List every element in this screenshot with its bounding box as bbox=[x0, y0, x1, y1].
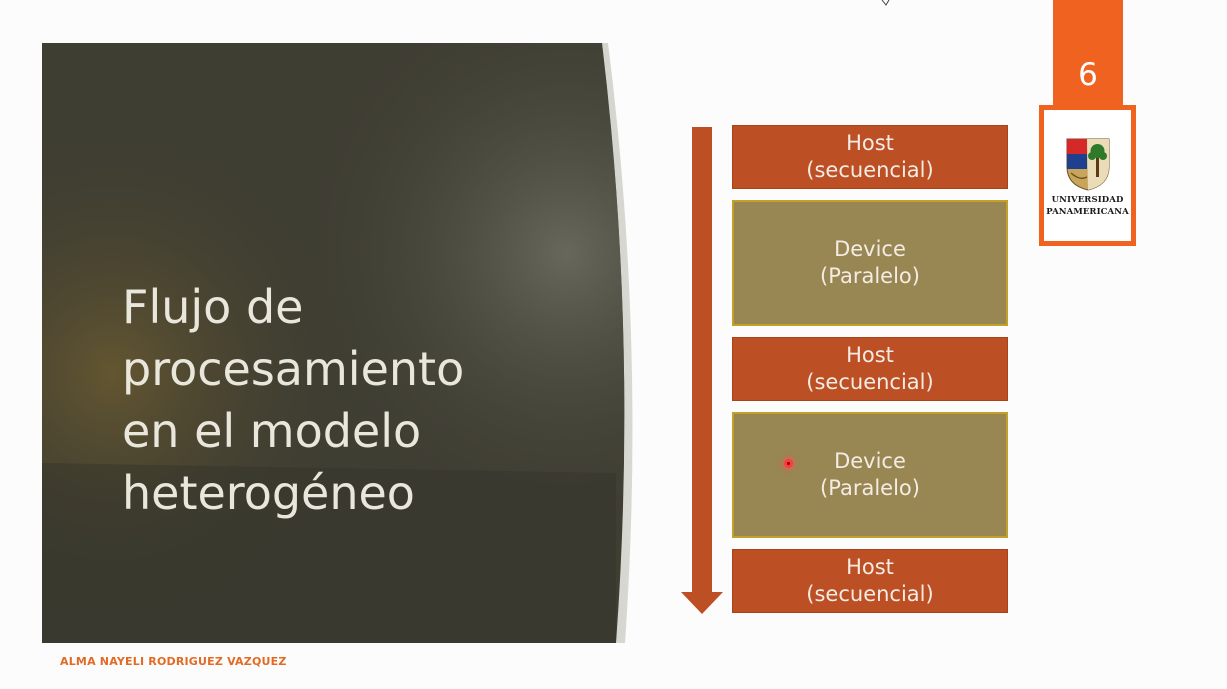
host-label: Host bbox=[846, 343, 894, 367]
host-block: Host (secuencial) bbox=[732, 337, 1008, 401]
device-block: Device (Paralelo) bbox=[732, 200, 1008, 326]
host-block: Host (secuencial) bbox=[732, 549, 1008, 613]
host-mode-label: (secuencial) bbox=[806, 582, 934, 606]
university-crest-icon bbox=[1066, 138, 1109, 191]
page-number: 6 bbox=[1053, 0, 1123, 105]
slide-title-line: en el modelo bbox=[122, 404, 422, 458]
device-mode-label: (Paralelo) bbox=[820, 264, 920, 288]
flow-arrow-down-icon bbox=[681, 127, 723, 614]
host-label: Host bbox=[846, 131, 894, 155]
slide-title-line: heterogéneo bbox=[122, 466, 415, 520]
university-name-line: UNIVERSIDAD bbox=[1051, 195, 1124, 205]
university-name-line: PANAMERICANA bbox=[1046, 207, 1129, 217]
host-mode-label: (secuencial) bbox=[806, 370, 934, 394]
author-name: ALMA NAYELI RODRIGUEZ VAZQUEZ bbox=[60, 655, 287, 668]
slide-title-line: Flujo de bbox=[122, 280, 304, 334]
university-logo: UNIVERSIDAD PANAMERICANA bbox=[1039, 105, 1136, 246]
mouse-cursor-icon bbox=[881, 0, 890, 6]
host-block: Host (secuencial) bbox=[732, 125, 1008, 189]
slide-title-line: procesamiento bbox=[122, 342, 465, 396]
device-mode-label: (Paralelo) bbox=[820, 476, 920, 500]
host-label: Host bbox=[846, 555, 894, 579]
device-block: Device (Paralelo) bbox=[732, 412, 1008, 538]
device-label: Device bbox=[834, 237, 906, 261]
host-mode-label: (secuencial) bbox=[806, 158, 934, 182]
device-label: Device bbox=[834, 449, 906, 473]
slide-title: Flujo de procesamiento en el modelo hete… bbox=[122, 276, 582, 524]
university-logo-card: UNIVERSIDAD PANAMERICANA bbox=[1044, 110, 1131, 241]
laser-pointer-icon bbox=[784, 459, 793, 468]
university-name: UNIVERSIDAD PANAMERICANA bbox=[1046, 194, 1129, 218]
